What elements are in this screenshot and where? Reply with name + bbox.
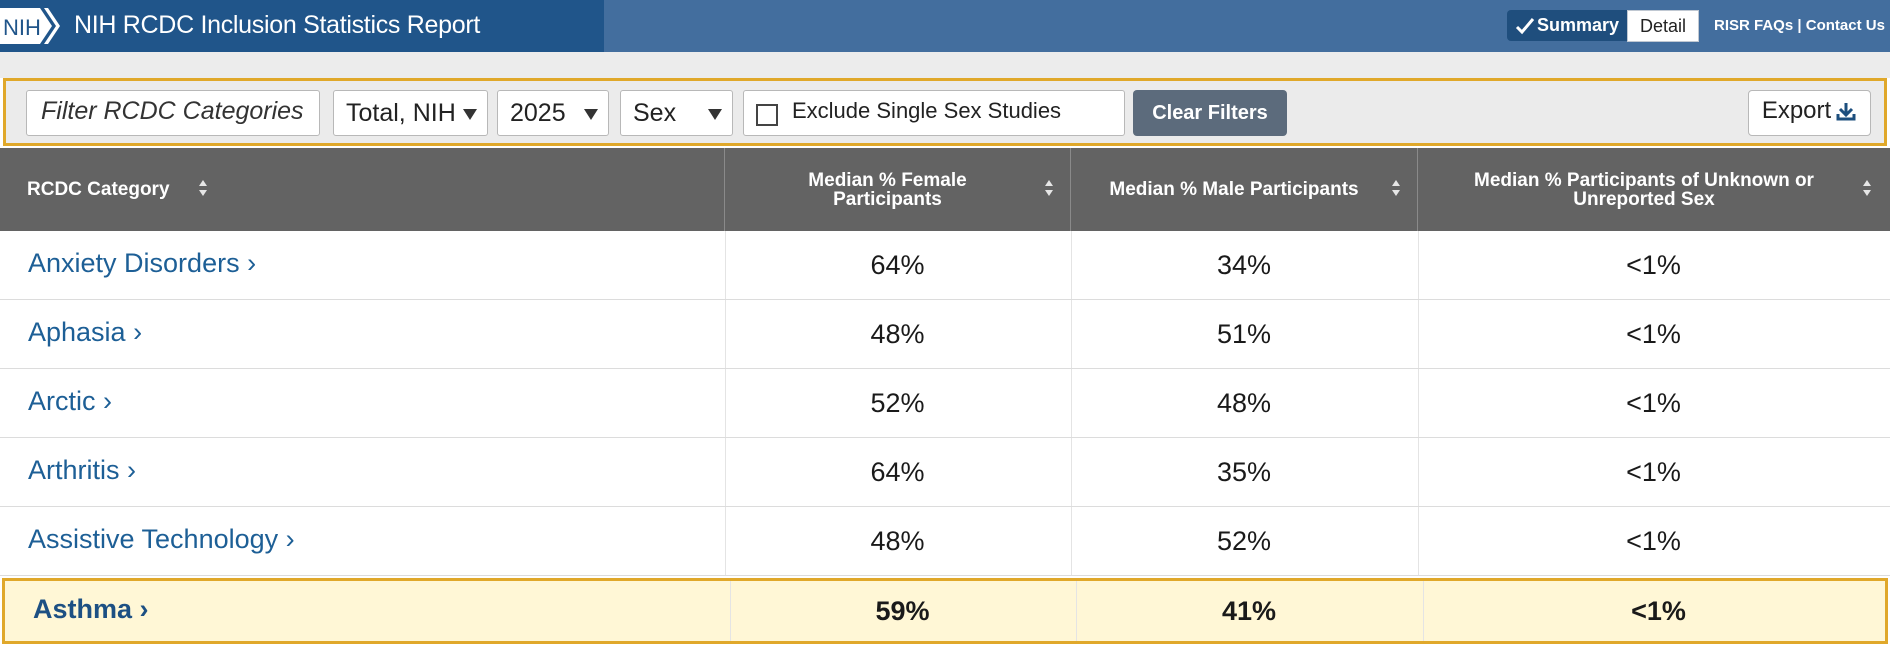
link-separator: | <box>1793 17 1806 34</box>
column-header-category[interactable]: RCDC Category <box>0 148 725 231</box>
top-links: RISR FAQs | Contact Us <box>1714 17 1885 34</box>
column-header-label: Median % Female Participants <box>808 169 967 210</box>
exclude-single-sex-checkbox[interactable] <box>756 104 778 126</box>
svg-text:NIH: NIH <box>3 15 41 40</box>
category-link[interactable]: Arctic › <box>0 369 725 437</box>
unknown-percent: <1% <box>1418 507 1890 575</box>
exclude-single-sex-toggle[interactable]: Exclude Single Sex Studies <box>743 90 1125 136</box>
sort-icon <box>1045 180 1053 196</box>
category-link[interactable]: Aphasia › <box>0 300 725 368</box>
chevron-down-icon <box>584 109 598 120</box>
unknown-percent: <1% <box>1418 369 1890 437</box>
exclude-single-sex-label: Exclude Single Sex Studies <box>792 98 1062 123</box>
nih-logo[interactable]: NIH <box>0 6 62 46</box>
funding-select-value: Total, NIH <box>346 98 456 127</box>
female-percent: 64% <box>725 438 1071 506</box>
table-row[interactable]: Assistive Technology › 48% 52% <1% <box>0 507 1890 576</box>
male-percent: 41% <box>1076 581 1423 641</box>
year-select-value: 2025 <box>510 98 566 127</box>
contact-us-link[interactable]: Contact Us <box>1806 17 1885 34</box>
male-percent: 48% <box>1071 369 1418 437</box>
unknown-percent: <1% <box>1418 438 1890 506</box>
column-header-label: Median % Participants of Unknown or Unre… <box>1474 169 1814 210</box>
unknown-percent: <1% <box>1423 581 1890 641</box>
year-select[interactable]: 2025 <box>497 90 609 136</box>
table-row[interactable]: Arctic › 52% 48% <1% <box>0 369 1890 438</box>
view-toggle: Summary Detail <box>1507 10 1699 43</box>
summary-view-button[interactable]: Summary <box>1507 10 1627 41</box>
sort-icon <box>1863 180 1871 196</box>
checkmark-icon <box>1515 17 1535 34</box>
clear-filters-button[interactable]: Clear Filters <box>1133 90 1287 136</box>
download-icon <box>1836 103 1856 121</box>
column-header-unknown[interactable]: Median % Participants of Unknown or Unre… <box>1418 148 1890 231</box>
table-header: RCDC Category Median % Female Participan… <box>0 148 1890 231</box>
summary-view-label: Summary <box>1536 15 1620 35</box>
table-row[interactable]: Anxiety Disorders › 64% 34% <1% <box>0 231 1890 300</box>
sort-icon <box>199 180 207 196</box>
export-label: Export <box>1761 97 1832 124</box>
faqs-link[interactable]: RISR FAQs <box>1714 17 1793 34</box>
male-percent: 52% <box>1071 507 1418 575</box>
male-percent: 51% <box>1071 300 1418 368</box>
filter-bar: Filter RCDC Categories Total, NIH 2025 S… <box>3 78 1887 146</box>
male-percent: 34% <box>1071 231 1418 299</box>
table-row[interactable]: Aphasia › 48% 51% <1% <box>0 300 1890 369</box>
category-link[interactable]: Assistive Technology › <box>0 507 725 575</box>
unknown-percent: <1% <box>1418 300 1890 368</box>
table-row[interactable]: Arthritis › 64% 35% <1% <box>0 438 1890 507</box>
category-link[interactable]: Asthma › <box>5 581 730 641</box>
column-header-male[interactable]: Median % Male Participants <box>1071 148 1418 231</box>
category-link[interactable]: Anxiety Disorders › <box>0 231 725 299</box>
table-row-selected[interactable]: Asthma › 59% 41% <1% <box>2 578 1888 644</box>
funding-select[interactable]: Total, NIH <box>333 90 488 136</box>
detail-view-button[interactable]: Detail <box>1627 10 1699 42</box>
unknown-percent: <1% <box>1418 231 1890 299</box>
column-header-female[interactable]: Median % Female Participants <box>725 148 1071 231</box>
category-filter-input[interactable]: Filter RCDC Categories <box>26 90 320 136</box>
chevron-down-icon <box>708 109 722 120</box>
demographic-select-value: Sex <box>633 98 677 127</box>
top-header: NIH NIH RCDC Inclusion Statistics Report… <box>0 0 1890 52</box>
export-button[interactable]: Export <box>1748 90 1871 136</box>
female-percent: 59% <box>730 581 1076 641</box>
category-link[interactable]: Arthritis › <box>0 438 725 506</box>
app-title: NIH RCDC Inclusion Statistics Report <box>74 11 480 39</box>
female-percent: 48% <box>725 300 1071 368</box>
female-percent: 48% <box>725 507 1071 575</box>
sort-icon <box>1392 180 1400 196</box>
column-header-label: Median % Male Participants <box>1109 179 1359 200</box>
demographic-select[interactable]: Sex <box>620 90 733 136</box>
female-percent: 64% <box>725 231 1071 299</box>
column-header-label: RCDC Category <box>27 179 170 200</box>
header-brand-area: NIH NIH RCDC Inclusion Statistics Report <box>0 0 604 52</box>
header-spacer <box>0 52 1890 78</box>
male-percent: 35% <box>1071 438 1418 506</box>
female-percent: 52% <box>725 369 1071 437</box>
chevron-down-icon <box>463 109 477 120</box>
